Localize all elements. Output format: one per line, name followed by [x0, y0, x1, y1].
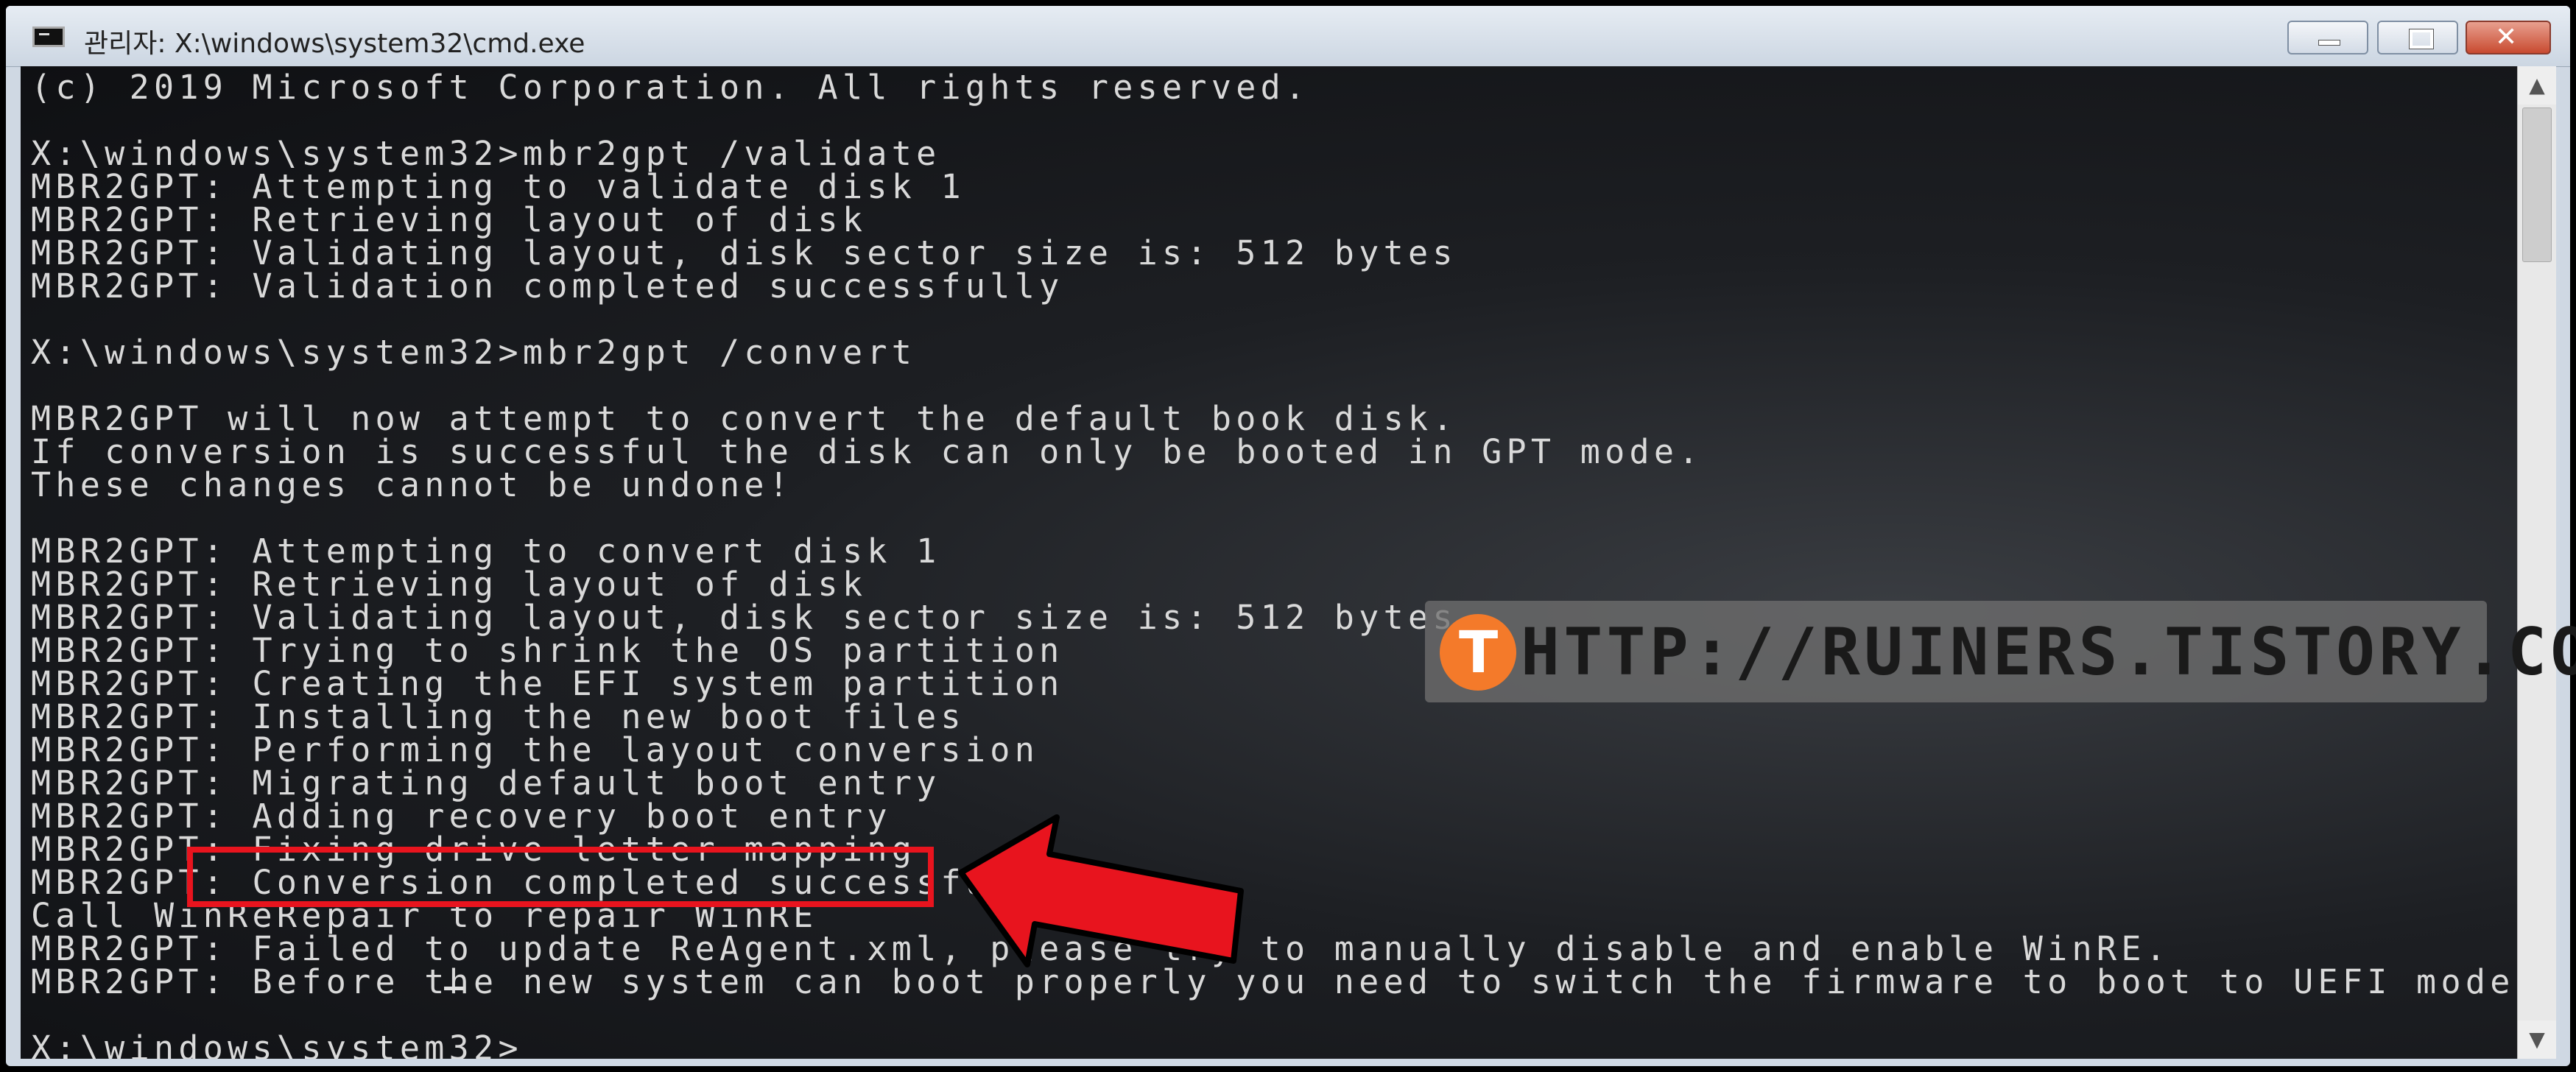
console-line: MBR2GPT: Retrieving layout of disk: [31, 565, 868, 604]
console-line: MBR2GPT: Retrieving layout of disk: [31, 200, 868, 239]
watermark: HTTP://RUINERS.TISTORY.COM: [1425, 601, 2576, 702]
scroll-up-button[interactable]: ▲: [2518, 66, 2556, 105]
cmd-console-icon[interactable]: [32, 27, 65, 47]
minimize-button[interactable]: [2287, 21, 2368, 54]
console-line: If conversion is successful the disk can…: [31, 432, 1703, 471]
console-line: X:\windows\system32>mbr2gpt /validate: [31, 134, 941, 173]
scroll-thumb[interactable]: [2522, 107, 2552, 262]
console-line: MBR2GPT: Validating layout, disk sector …: [31, 233, 1457, 272]
console-line: MBR2GPT: Installing the new boot files: [31, 697, 965, 736]
console-line: MBR2GPT: Attempting to validate disk 1: [31, 167, 965, 206]
console-line: MBR2GPT: Validating layout, disk sector …: [31, 598, 1457, 637]
console-line: (c) 2019 Microsoft Corporation. All righ…: [31, 68, 1310, 107]
console-line: MBR2GPT: Performing the layout conversio…: [31, 730, 1040, 769]
console-line: X:\windows\system32>: [31, 1029, 523, 1059]
console-line: MBR2GPT: Migrating default boot entry: [31, 764, 941, 803]
console-line: MBR2GPT: Validation completed successful…: [31, 267, 1064, 306]
console-line: MBR2GPT: Before the new system can boot …: [31, 962, 2517, 1001]
red-arrow-icon: [958, 814, 1244, 967]
maximize-button[interactable]: [2377, 21, 2458, 54]
highlight-box: [187, 847, 934, 907]
watermark-text: HTTP://RUINERS.TISTORY.COM: [1521, 614, 2576, 690]
console-line: MBR2GPT: Adding recovery boot entry: [31, 797, 892, 836]
text-cursor: [444, 987, 463, 990]
console-line: MBR2GPT: Trying to shrink the OS partiti…: [31, 631, 1064, 670]
console-line: These changes cannot be undone!: [31, 465, 794, 504]
title-bar[interactable]: 관리자: X:\windows\system32\cmd.exe: [6, 6, 2570, 67]
vertical-scrollbar[interactable]: ▲ ▼: [2517, 66, 2556, 1059]
console-line: X:\windows\system32>mbr2gpt /convert: [31, 333, 917, 372]
cmd-window: 관리자: X:\windows\system32\cmd.exe (c) 201…: [6, 6, 2570, 1066]
console-line: MBR2GPT: Attempting to convert disk 1: [31, 532, 941, 571]
scroll-down-button[interactable]: ▼: [2518, 1020, 2556, 1059]
window-title: 관리자: X:\windows\system32\cmd.exe: [84, 29, 585, 59]
console-line: MBR2GPT: Creating the EFI system partiti…: [31, 664, 1064, 703]
tistory-logo-icon: [1440, 614, 1516, 691]
console-line: MBR2GPT will now attempt to convert the …: [31, 399, 1457, 438]
close-button[interactable]: [2466, 21, 2551, 54]
